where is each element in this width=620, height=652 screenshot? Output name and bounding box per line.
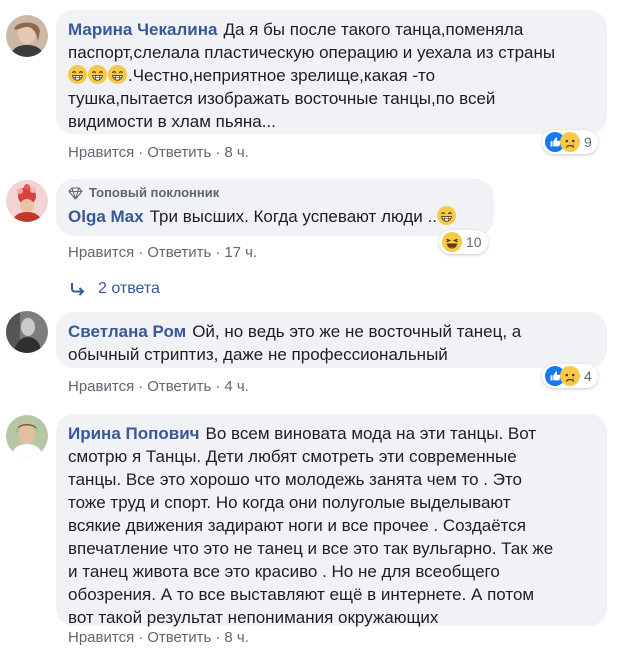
comment-text: танцы. Все это хорошо что молодежь занят… [68,470,522,489]
haha-icon [442,232,462,252]
sad-icon [560,132,580,152]
comment-author[interactable]: Светлана Ром [68,322,186,341]
comment-actions: Нравится · Ответить · 8 ч. [68,144,249,161]
comment-time[interactable]: 8 ч. [224,629,249,646]
comment-author[interactable]: Olga Max [68,207,144,226]
comment-text: видимости в хлам пьяна... [68,112,276,131]
comment-text: тушка,пытается изображать восточные танц… [68,89,496,108]
like-link[interactable]: Нравится [68,244,134,261]
avatar[interactable] [6,15,48,57]
reply-link[interactable]: Ответить [147,244,211,261]
avatar[interactable] [6,180,48,222]
comment-actions: Нравится · Ответить · 4 ч. [68,378,249,395]
like-link[interactable]: Нравится [68,144,134,161]
comment-text: паспорт,слелала пластическую операцию и … [68,43,556,62]
grin-emoji-icon [68,65,87,84]
comment-author[interactable]: Ирина Попович [68,424,200,443]
reply-link[interactable]: Ответить [147,629,211,646]
comment-text: всякие движения задирают ноги и все проч… [68,516,526,535]
comment-bubble: Ирина Попович Во всем виновата мода на эт… [56,414,607,627]
reactions-summary[interactable]: 4 [542,364,598,388]
comment-text: .Честно,неприятное зрелище,какая -то [128,66,436,85]
comment-text: и танец живота все это красиво . Но не д… [68,562,500,581]
comment-text: Ой, но ведь это же не восточный танец, а [192,322,522,341]
comment-text: тоже труд и спорт. Но когда они полуголы… [68,493,511,512]
comment-text: смотрю я Танцы. Дети любят смотреть эти … [68,447,517,466]
comment-bubble: Топовый поклонник Olga Max Три высших. Ко… [56,179,494,236]
replies-count[interactable]: 2 ответа [98,280,160,298]
comment-text: Три высших. Когда успевают люди .. [149,207,437,226]
comment-text: обычный стриптиз, даже не профессиональн… [68,345,448,364]
comment-time[interactable]: 4 ч. [224,378,249,395]
top-fan-badge: Топовый поклонник [68,185,482,201]
comment-actions: Нравится · Ответить · 17 ч. [68,244,258,261]
comment-text: вот такой результат непонимания окружающ… [68,608,439,627]
badge-label: Топовый поклонник [89,185,220,200]
comment-text: впечатление что это не танец и все это т… [68,539,554,558]
comment-time[interactable]: 8 ч. [224,144,249,161]
comment-author[interactable]: Марина Чекалина [68,20,217,39]
like-link[interactable]: Нравится [68,629,134,646]
avatar[interactable] [6,415,48,457]
diamond-icon [68,186,83,200]
comment-text: Во всем виновата мода на эти танцы. Вот [205,424,537,443]
reply-arrow-icon [71,283,85,296]
view-replies-link[interactable]: 2 ответа [70,280,160,298]
sad-icon [560,366,580,386]
reaction-count: 9 [584,134,592,150]
comment-text: Да я бы после такого танца,поменяла [223,20,524,39]
reactions-summary[interactable]: 10 [439,230,488,254]
reply-link[interactable]: Ответить [147,144,211,161]
like-link[interactable]: Нравится [68,378,134,395]
reaction-count: 4 [584,368,592,384]
comment-actions: Нравится · Ответить · 8 ч. [68,629,249,646]
comment-time[interactable]: 17 ч. [224,244,257,261]
reaction-count: 10 [466,234,482,250]
grin-emoji-icon [88,65,107,84]
avatar[interactable] [6,311,48,353]
comment-bubble: Марина Чекалина Да я бы после такого танц… [56,10,607,134]
comment-text: обозрения. А то все выставляют ещё в инт… [68,585,535,604]
grin-emoji-icon [437,206,456,225]
grin-emoji-icon [108,65,127,84]
reply-link[interactable]: Ответить [147,378,211,395]
reactions-summary[interactable]: 9 [542,130,598,154]
comment-bubble: Светлана Ром Ой, но ведь это же не восточ… [56,312,607,368]
